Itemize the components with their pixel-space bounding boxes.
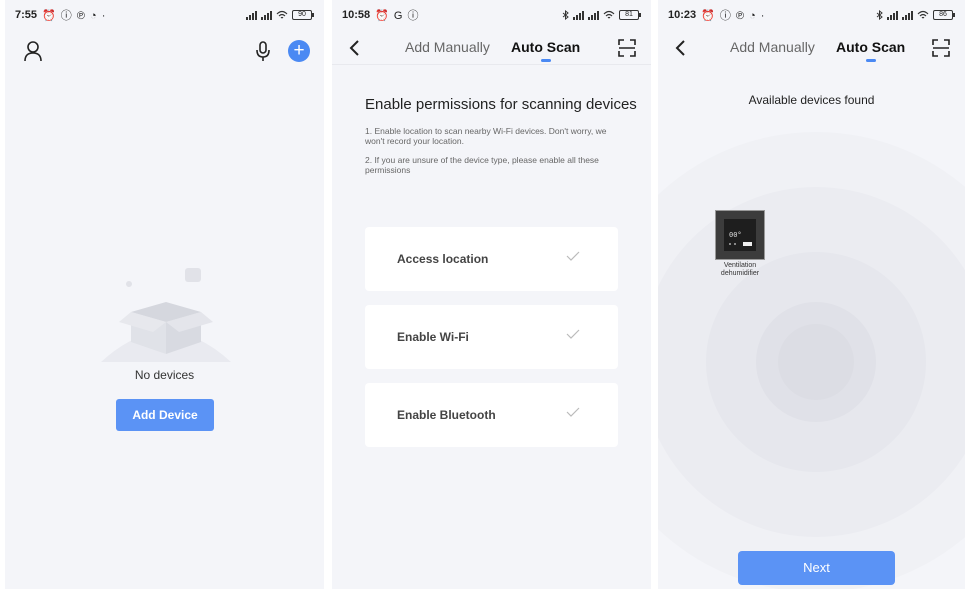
status-time: 10:58 [342,9,371,21]
signal-icon [261,10,272,20]
wifi-icon [276,10,288,19]
check-icon [566,407,580,417]
empty-state-text: No devices [134,368,195,382]
permissions-note-1: 1. Enable location to scan nearby Wi-Fi … [365,126,607,146]
permission-label: Access location [397,252,489,266]
empty-box-illustration [101,268,231,362]
status-bar: 10:23 ⏰ ⓘ ℗ ◔ · 86 [658,0,965,30]
permissions-note-2: 2. If you are unsure of the device type,… [365,155,599,175]
device-thumbnail[interactable]: 00° [715,210,765,260]
battery-icon: 90 [292,10,314,20]
tab-add-manually[interactable]: Add Manually [730,39,815,55]
next-button[interactable]: Next [738,551,895,585]
tab-auto-scan[interactable]: Auto Scan [511,39,580,62]
signal-icon [573,10,584,20]
bluetooth-icon [562,10,569,20]
check-icon [566,251,580,261]
scan-icon[interactable] [931,38,951,58]
status-time: 7:55 [15,9,38,21]
signal-icon [588,10,599,20]
permission-card-bluetooth[interactable]: Enable Bluetooth [365,383,618,447]
tab-auto-scan[interactable]: Auto Scan [836,39,905,62]
scan-tabs: Add Manually Auto Scan [332,34,651,62]
back-arrow-icon[interactable] [672,38,692,58]
microphone-icon[interactable] [255,40,271,62]
plus-icon[interactable]: + [288,40,310,62]
scan-results-screen: 10:23 ⏰ ⓘ ℗ ◔ · 86 Add Manually Auto Sca… [658,0,965,589]
status-bar: 7:55 ⏰ ⓘ ℗ ◔ · 90 [5,0,324,30]
status-time: 10:23 [668,9,697,21]
permissions-heading: Enable permissions for scanning devices [365,96,637,113]
tab-add-manually[interactable]: Add Manually [405,39,490,55]
scan-tabs: Add Manually Auto Scan [658,34,965,62]
signal-icon [246,10,257,20]
bluetooth-icon [876,10,883,20]
wifi-icon [917,10,929,19]
radar-animation [658,132,965,589]
permissions-screen: 10:58 ⏰ G ⓘ 81 Add Manually Auto Scan En… [332,0,651,589]
permission-label: Enable Wi-Fi [397,330,469,344]
signal-icon [902,10,913,20]
devices-found-heading: Available devices found [748,93,875,107]
scan-icon[interactable] [617,38,637,58]
status-notification-icons: ⏰ ⓘ ℗ ◔ · [701,10,766,22]
signal-icon [887,10,898,20]
thermostat-device-icon: 00° [724,219,756,251]
add-device-button[interactable]: Add Device [116,399,214,431]
status-notification-icons: ⏰ ⓘ ℗ ◔ · [42,10,107,22]
permission-card-location[interactable]: Access location [365,227,618,291]
home-screen: 7:55 ⏰ ⓘ ℗ ◔ · 90 + No devices Add Devic… [5,0,324,589]
status-notification-icons: ⏰ G ⓘ [375,10,420,22]
permission-label: Enable Bluetooth [397,408,496,422]
wifi-icon [603,10,615,19]
status-bar: 10:58 ⏰ G ⓘ 81 [332,0,651,30]
back-arrow-icon[interactable] [346,38,366,58]
svg-text:00°: 00° [729,231,742,239]
header-divider [332,64,651,65]
check-icon [566,329,580,339]
battery-icon: 81 [619,10,641,20]
user-icon[interactable] [23,40,43,62]
permission-card-wifi[interactable]: Enable Wi-Fi [365,305,618,369]
device-name: Ventilation dehumidifier [720,262,760,277]
battery-icon: 86 [933,10,955,20]
